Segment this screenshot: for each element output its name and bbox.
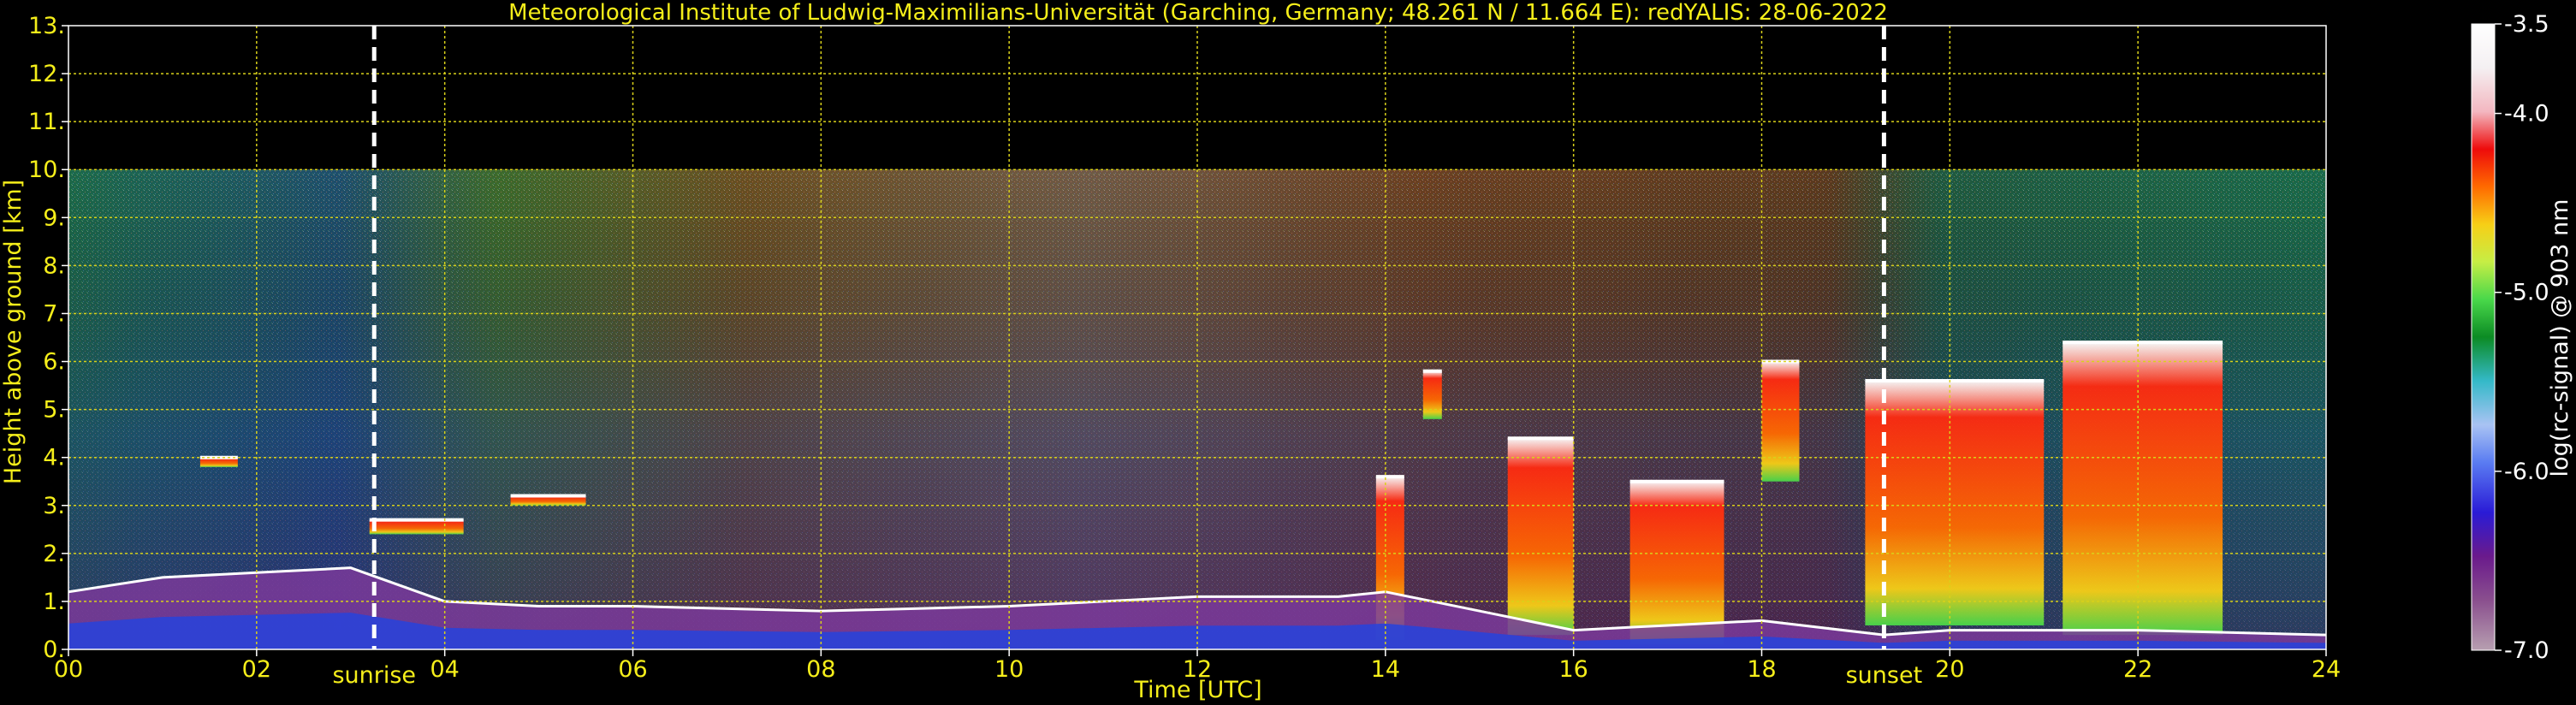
y-tick-label: 10. (28, 157, 65, 183)
y-tick-label: 1. (43, 589, 65, 615)
y-tick-label: 11. (28, 109, 65, 135)
y-axis-ticks: 0. 1. 2. 3. 4. 5. 6. 7. 8. 9. 10. 11. 12. 13. (28, 13, 68, 663)
colorbar-tick-label: -6.0 (2504, 459, 2549, 485)
y-tick-label: 6. (43, 349, 65, 376)
y-tick-label: 5. (43, 397, 65, 424)
y-tick-label: 12. (28, 61, 65, 87)
x-tick-label: 14 (1371, 656, 1400, 683)
y-tick-label: 2. (43, 541, 65, 567)
y-axis-label: Height above ground [km] (0, 180, 27, 484)
colorbar-tick-label: -7.0 (2504, 637, 2549, 664)
cloud-layer (1761, 361, 1800, 482)
cloud-layer (1507, 438, 1574, 636)
colorbar-label: log(rc-signal) @ 903 nm (2547, 199, 2573, 477)
x-axis-label: Time [UTC] (1133, 677, 1261, 703)
lidar-backscatter-chart: sunrise sunset 00 02 04 06 08 10 12 14 16 18 20 22 24… (0, 0, 2573, 703)
colorbar-tick-label: -5.0 (2504, 280, 2549, 306)
y-tick-label: 0. (43, 637, 65, 663)
sunset-label: sunset (1846, 662, 1923, 689)
x-tick-label: 16 (1558, 656, 1588, 683)
x-tick-label: 02 (242, 656, 271, 683)
x-tick-label: 22 (2123, 656, 2152, 683)
cloud-layer (2063, 342, 2223, 636)
colorbar-tick-label: -4.0 (2504, 101, 2549, 127)
colorbar-tick-label: -3.5 (2504, 11, 2549, 38)
y-tick-label: 7. (43, 300, 65, 327)
x-tick-label: 10 (994, 656, 1024, 683)
cloud-layer (1422, 370, 1442, 419)
colorbar (2471, 23, 2496, 651)
x-tick-label: 06 (618, 656, 647, 683)
chart-title: Meteorological Institute of Ludwig-Maxim… (508, 0, 1888, 26)
y-tick-label: 3. (43, 493, 65, 519)
x-tick-label: 24 (2312, 656, 2341, 683)
colorbar-ticks: -3.5 -4.0 -5.0 -6.0 -7.0 (2495, 11, 2549, 664)
x-tick-label: 18 (1747, 656, 1776, 683)
y-tick-label: 8. (43, 252, 65, 279)
y-tick-label: 13. (28, 13, 65, 39)
sunrise-label: sunrise (332, 662, 416, 689)
x-tick-label: 04 (430, 656, 459, 683)
cloud-layer (369, 519, 464, 535)
x-tick-label: 20 (1935, 656, 1964, 683)
x-tick-label: 08 (806, 656, 835, 683)
cloud-layer (1865, 380, 2045, 625)
y-tick-label: 9. (43, 204, 65, 231)
y-tick-label: 4. (43, 445, 65, 471)
